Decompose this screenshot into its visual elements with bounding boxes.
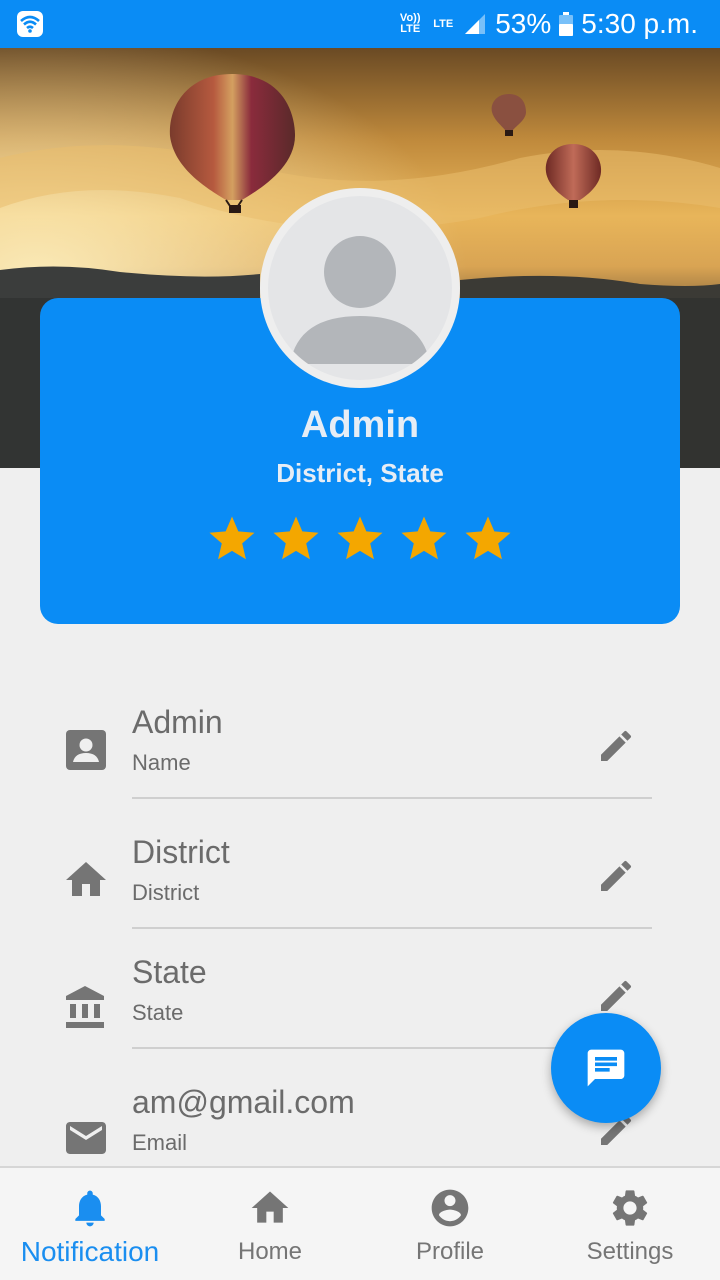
nav-notification-label: Notification — [20, 1236, 160, 1267]
signal-icon — [465, 14, 486, 34]
district-label: District — [132, 880, 200, 905]
star-icon — [465, 516, 511, 560]
star-icon — [337, 516, 383, 560]
divider — [132, 797, 652, 799]
clock: 5:30 p.m. — [581, 8, 698, 39]
star-icon — [401, 516, 447, 560]
status-bar: Vo)) LTE LTE 53% 5:30 p.m. — [0, 0, 720, 48]
nav-settings[interactable]: Settings — [540, 1168, 720, 1280]
star-icon — [209, 516, 255, 560]
gear-icon — [612, 1190, 648, 1226]
edit-state-icon[interactable] — [596, 976, 636, 1016]
chat-icon — [587, 1049, 625, 1087]
state-label: State — [132, 1000, 184, 1025]
rating-stars — [0, 512, 720, 566]
nav-home[interactable]: Home — [180, 1168, 360, 1280]
profile-location: District, State — [276, 458, 444, 488]
nav-profile[interactable]: Profile — [360, 1168, 540, 1280]
nav-home-label: Home — [237, 1238, 303, 1265]
home-icon — [251, 1191, 289, 1223]
bank-icon — [66, 986, 104, 1028]
home-icon — [66, 862, 106, 896]
bell-icon — [75, 1190, 105, 1227]
mail-icon — [66, 1122, 106, 1154]
profile-name: Admin — [300, 404, 420, 446]
name-row: Admin Name — [0, 690, 720, 820]
name-label: Name — [132, 750, 191, 775]
battery-icon — [559, 12, 574, 36]
avatar-placeholder-icon — [268, 196, 452, 380]
edit-name-icon[interactable] — [596, 726, 636, 766]
district-row: District District — [0, 820, 720, 950]
wifi-icon — [17, 11, 43, 37]
lte-indicator: LTE — [433, 17, 454, 30]
edit-district-icon[interactable] — [596, 856, 636, 896]
battery-percent: 53% — [495, 8, 552, 39]
district-value: District — [132, 834, 230, 870]
nav-settings-label: Settings — [586, 1238, 674, 1265]
state-value: State — [132, 954, 207, 990]
email-label: Email — [132, 1130, 188, 1155]
contact-card-icon — [66, 730, 106, 770]
nav-notification[interactable]: Notification — [0, 1168, 180, 1280]
email-value: am@gmail.com — [132, 1084, 355, 1120]
avatar[interactable] — [260, 188, 460, 388]
bottom-navigation: Notification Home Profile Settings — [0, 1166, 720, 1280]
volte-indicator: Vo)) LTE — [399, 12, 421, 35]
chat-fab-button[interactable] — [551, 1013, 661, 1123]
divider — [132, 927, 652, 929]
star-icon — [273, 516, 319, 560]
account-circle-icon — [431, 1189, 469, 1227]
nav-profile-label: Profile — [415, 1238, 485, 1265]
name-value: Admin — [132, 704, 223, 740]
